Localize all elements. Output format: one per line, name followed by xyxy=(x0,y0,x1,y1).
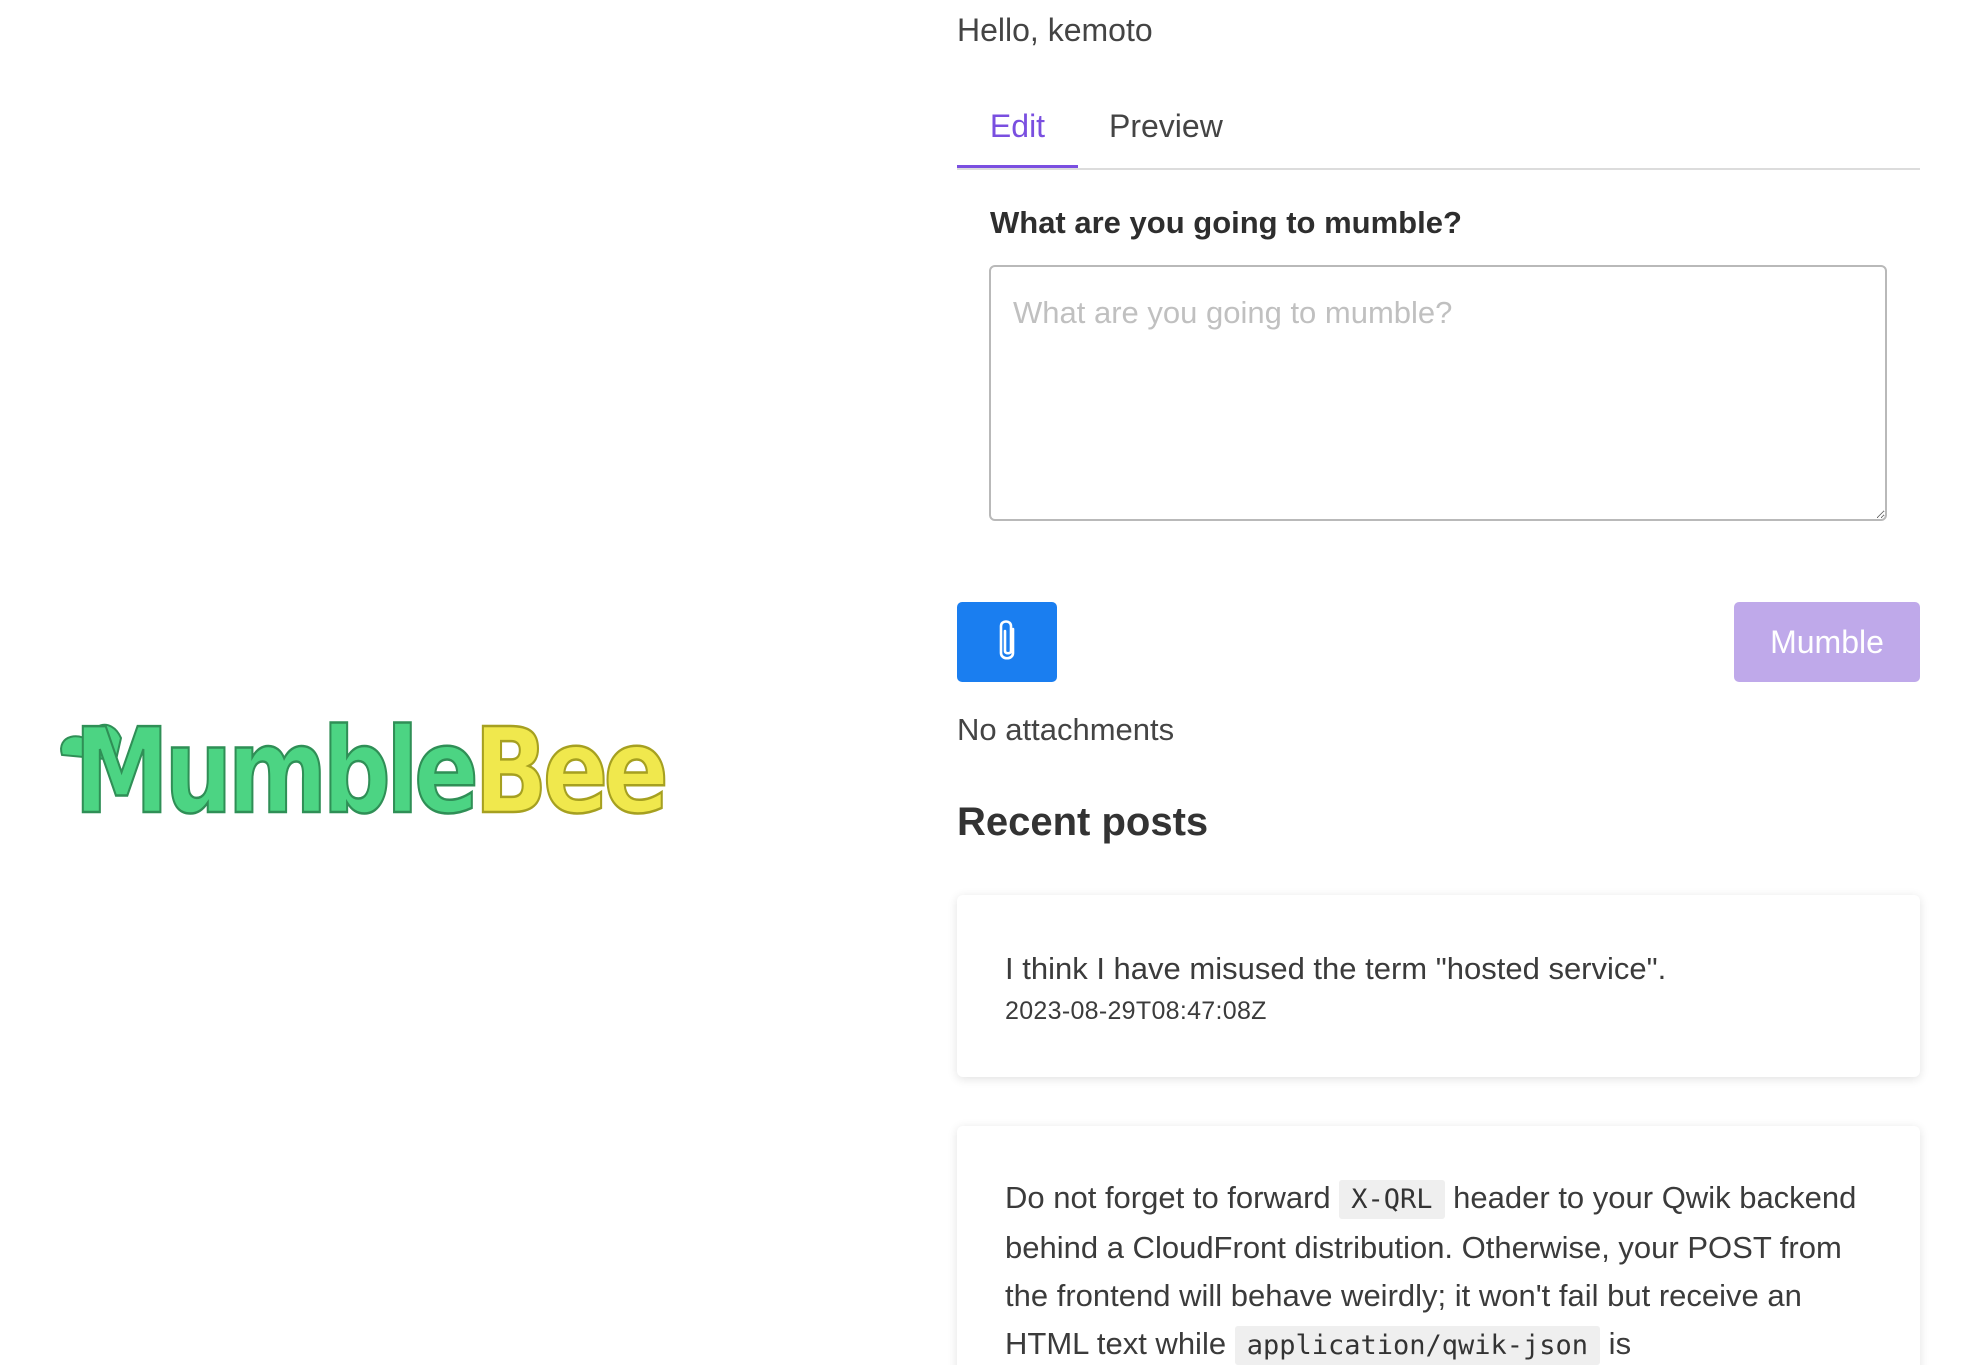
mumble-textarea[interactable] xyxy=(989,265,1887,521)
greeting: Hello, kemoto xyxy=(957,12,1153,48)
page: Mumble Bee Hello, kemoto Edit Preview Wh… xyxy=(0,0,1986,1365)
tab-edit[interactable]: Edit xyxy=(957,108,1078,168)
recent-posts-title: Recent posts xyxy=(957,800,1209,844)
paperclip-icon xyxy=(999,620,1015,660)
attach-button[interactable] xyxy=(957,602,1057,682)
mumble-input-label: What are you going to mumble? xyxy=(990,205,1462,240)
mumble-submit-button[interactable]: Mumble xyxy=(1734,602,1920,682)
post-card: Do not forget to forward X-QRL header to… xyxy=(957,1126,1920,1365)
post-text: Do not forget to forward X-QRL header to… xyxy=(1005,1174,1872,1365)
logo-text-mumble: Mumble xyxy=(74,702,475,830)
inline-code: X-QRL xyxy=(1339,1180,1445,1219)
inline-code: application/qwik-json xyxy=(1234,1326,1601,1365)
post-card: I think I have misused the term "hosted … xyxy=(957,895,1920,1077)
post-text-segment: is xyxy=(1600,1326,1632,1361)
post-text-segment: Do not forget to forward xyxy=(1005,1180,1340,1215)
attachments-status: No attachments xyxy=(957,712,1175,747)
post-text: I think I have misused the term "hosted … xyxy=(1005,951,1667,986)
post-date: 2023-08-29T08:47:08Z xyxy=(1005,997,1267,1025)
mumblebee-logo: Mumble Bee xyxy=(60,701,672,830)
editor-tabs: Edit Preview xyxy=(957,100,1920,170)
tab-preview[interactable]: Preview xyxy=(1109,108,1223,145)
logo-text-bee: Bee xyxy=(474,702,665,830)
